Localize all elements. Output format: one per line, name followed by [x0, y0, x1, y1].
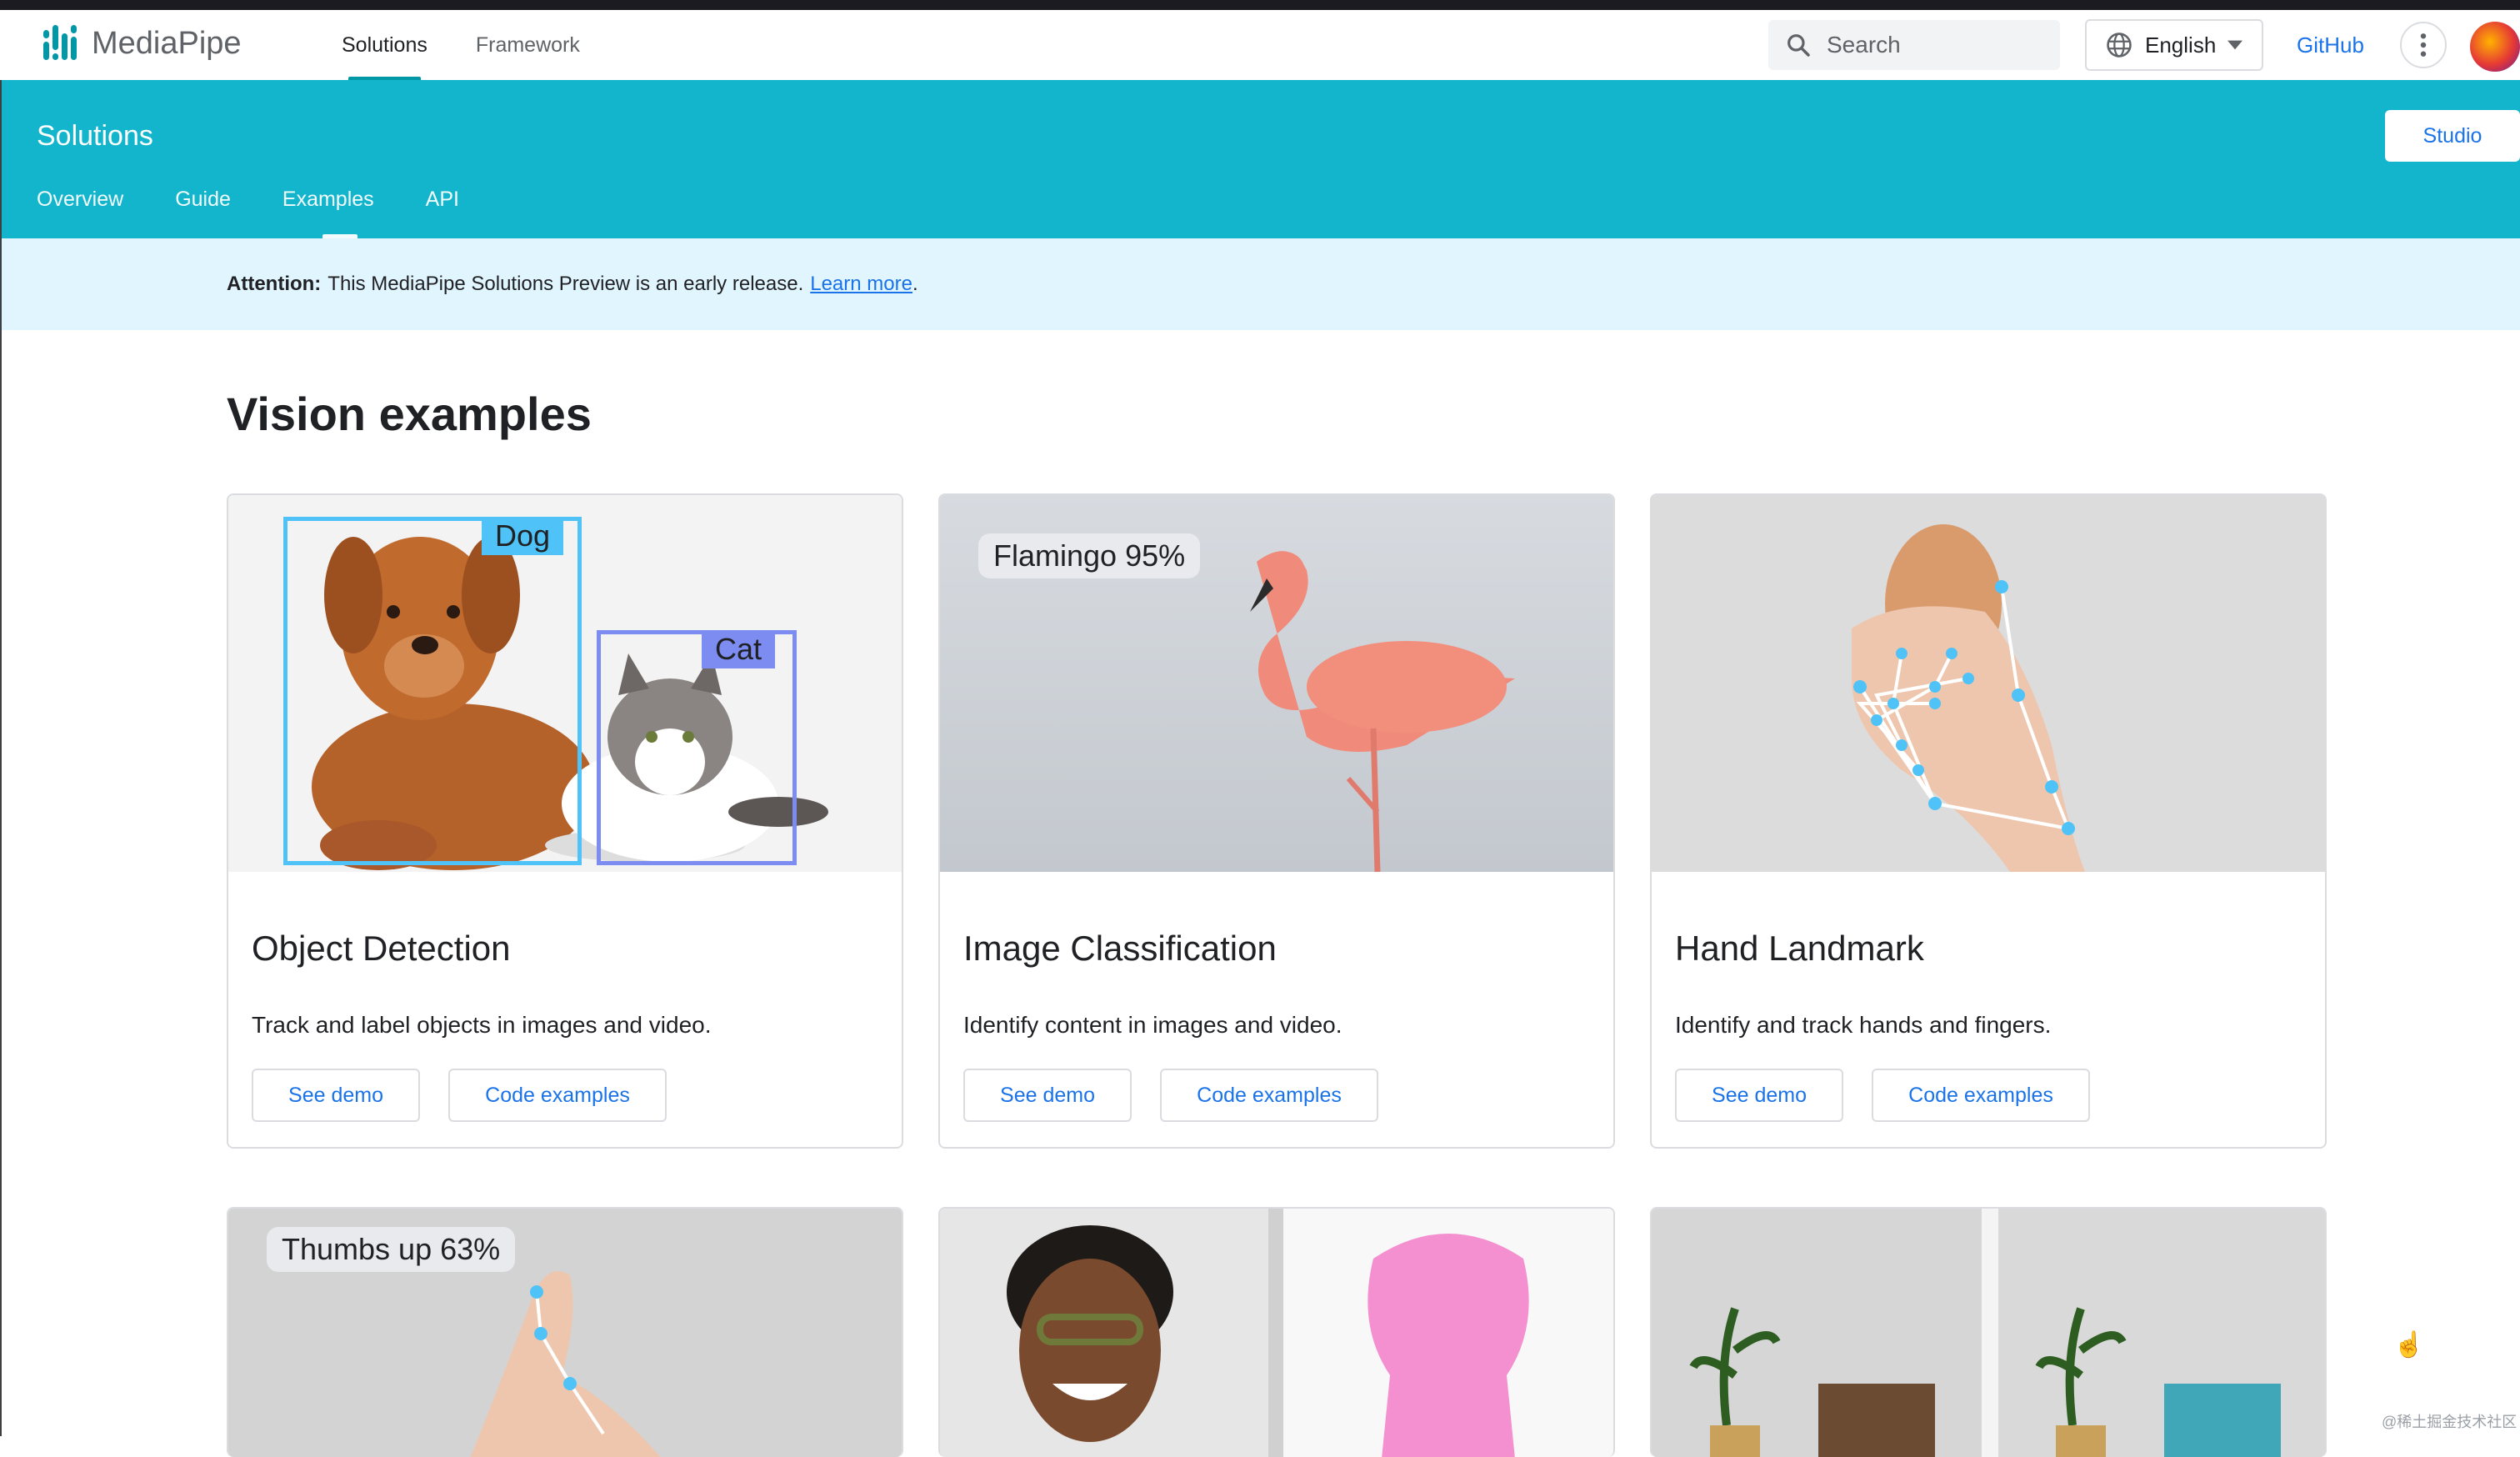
github-link[interactable]: GitHub [2297, 20, 2364, 70]
card-description: Track and label objects in images and vi… [252, 1012, 712, 1038]
browser-top-strip [0, 0, 2520, 10]
card-image-segmentation [938, 1207, 1615, 1457]
tab-api[interactable]: API [426, 172, 459, 238]
chair-and-plant-illustration [1652, 1209, 2325, 1457]
card-object-detection: Dog Cat Object Detection Track and label… [227, 493, 903, 1149]
card-title: Object Detection [252, 929, 511, 968]
dog-label: Dog [482, 517, 564, 555]
tab-guide[interactable]: Guide [175, 172, 231, 238]
section-title: Vision examples [227, 388, 592, 440]
primary-nav: Solutions Framework [342, 10, 580, 80]
gesture-label: Thumbs up 63% [267, 1227, 516, 1272]
card-description: Identify content in images and video. [963, 1012, 1342, 1038]
flamingo-image: Flamingo 95% [940, 495, 1613, 872]
learn-more-link[interactable]: Learn more [810, 273, 912, 296]
thumbs-up-image: Thumbs up 63% [228, 1209, 902, 1457]
card-gesture-recognition: Thumbs up 63% [227, 1207, 903, 1457]
card-title: Image Classification [963, 929, 1277, 968]
banner-text: This MediaPipe Solutions Preview is an e… [328, 273, 804, 295]
code-examples-button[interactable]: Code examples [1160, 1069, 1378, 1122]
see-demo-button[interactable]: See demo [252, 1069, 420, 1122]
room-image [1652, 1209, 2325, 1457]
caret-down-icon [2228, 40, 2243, 50]
hand-and-egg-illustration [1852, 524, 2085, 872]
banner-suffix: . [912, 273, 918, 295]
segmentation-image [940, 1209, 1613, 1457]
attention-banner: Attention: This MediaPipe Solutions Prev… [0, 238, 2520, 330]
card-title: Hand Landmark [1675, 929, 1924, 968]
object-detection-image: Dog Cat [228, 495, 902, 872]
hand-landmark-image [1652, 495, 2325, 872]
header-title: Solutions [37, 120, 153, 152]
language-label: English [2145, 32, 2217, 58]
dog-bounding-box [283, 517, 582, 865]
mediapipe-logo[interactable]: MediaPipe [43, 25, 242, 62]
account-avatar[interactable] [2470, 22, 2520, 72]
logo-text: MediaPipe [92, 25, 242, 61]
mediapipe-logo-icon [43, 25, 80, 62]
tab-examples[interactable]: Examples [282, 172, 374, 238]
see-demo-button[interactable]: See demo [963, 1069, 1132, 1122]
more-options-button[interactable] [2400, 22, 2447, 68]
top-navigation: MediaPipe Solutions Framework Search Eng… [0, 10, 2520, 80]
solutions-header: Solutions Studio Overview Guide Examples… [0, 80, 2520, 238]
tab-overview[interactable]: Overview [37, 172, 123, 238]
language-selector[interactable]: English [2085, 19, 2263, 71]
card-interactive-segmentation [1650, 1207, 2327, 1457]
watermark: @稀土掘金技术社区 [2382, 1414, 2518, 1430]
window-edge [0, 80, 2, 1436]
card-description: Identify and track hands and fingers. [1675, 1012, 2052, 1038]
header-tabs: Overview Guide Examples API [37, 172, 459, 238]
person-segmentation-illustration [940, 1209, 1613, 1457]
studio-button[interactable]: Studio [2385, 110, 2520, 162]
search-icon [1788, 34, 1810, 57]
card-image-classification: Flamingo 95% Image Classification Identi… [938, 493, 1615, 1149]
search-box[interactable]: Search [1768, 20, 2060, 70]
cat-label: Cat [702, 630, 776, 668]
nav-framework[interactable]: Framework [476, 10, 580, 80]
see-demo-button[interactable]: See demo [1675, 1069, 1843, 1122]
nav-solutions[interactable]: Solutions [342, 10, 428, 80]
search-placeholder: Search [1827, 32, 1901, 58]
banner-prefix: Attention: [227, 273, 322, 295]
globe-icon [2107, 33, 2132, 58]
more-vert-icon [2420, 33, 2427, 57]
hand-cursor-icon: ☝ [2393, 1331, 2425, 1359]
card-hand-landmark: Hand Landmark Identify and track hands a… [1650, 493, 2327, 1149]
code-examples-button[interactable]: Code examples [1872, 1069, 2090, 1122]
code-examples-button[interactable]: Code examples [448, 1069, 667, 1122]
classification-label: Flamingo 95% [978, 533, 1201, 578]
